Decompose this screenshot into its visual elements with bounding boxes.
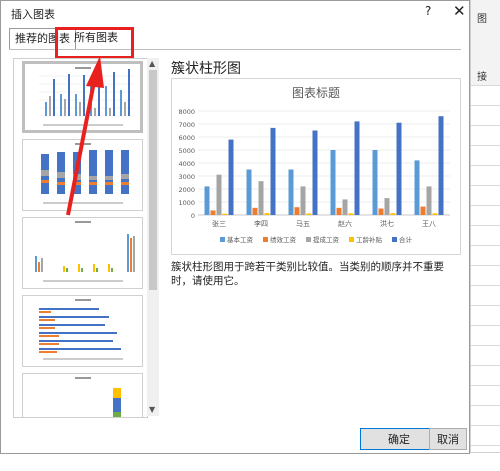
bar-3-2 [342, 199, 348, 215]
close-button[interactable]: ✕ [453, 2, 466, 20]
bar-5-1 [420, 206, 426, 215]
bar-0-2 [216, 174, 222, 215]
x-tick-label: 马五 [296, 220, 310, 228]
bar-2-4 [312, 130, 318, 215]
bar-2-1 [294, 207, 300, 215]
thumbnail-chart-5 [75, 377, 121, 417]
y-tick-label: 0 [191, 212, 195, 220]
bar-4-2 [384, 198, 390, 215]
scroll-thumb[interactable] [149, 70, 157, 290]
bar-4-1 [378, 208, 384, 215]
bar-4-4 [396, 122, 402, 215]
sheet-bottom [0, 452, 500, 471]
help-button[interactable]: ? [425, 4, 431, 18]
insert-chart-dialog: 插入图表 ? ✕ 推荐的图表 所有图表 ▲ ▼ 簇状柱形图 图表标题 0 100… [0, 0, 470, 454]
chart-thumbnail-list[interactable] [13, 58, 148, 418]
x-tick-label: 赵六 [338, 219, 352, 228]
bar-0-3 [222, 213, 228, 215]
thumbnail-clustered-column[interactable] [22, 61, 143, 133]
bar-0-0 [204, 186, 210, 215]
bar-4-3 [390, 213, 396, 215]
bar-0-4 [228, 139, 234, 215]
legend-swatch [306, 237, 311, 242]
legend-label: 基本工资 [227, 235, 254, 244]
thumbnail-bar[interactable] [22, 295, 143, 367]
chart-description: 簇状柱形图用于跨若干类别比较值。当类别的顺序并不重要时，请使用它。 [171, 261, 444, 287]
chart-type-name: 簇状柱形图 [171, 61, 241, 77]
scroll-down-icon[interactable]: ▼ [149, 405, 155, 414]
scroll-up-icon[interactable]: ▲ [149, 59, 155, 68]
bar-2-0 [288, 169, 294, 215]
bar-1-4 [270, 127, 276, 215]
bar-0-1 [210, 210, 216, 215]
legend-swatch [220, 237, 225, 242]
bar-1-0 [246, 169, 252, 215]
thumbnail-scrollbar[interactable]: ▲ ▼ [147, 58, 159, 416]
thumbnail-chart-1 [39, 67, 135, 126]
bar-5-3 [432, 213, 438, 215]
legend-swatch [392, 237, 397, 242]
title-bar: 插入图表 ? ✕ [1, 1, 469, 25]
cancel-button[interactable]: 取消 [429, 428, 467, 450]
x-tick-label: 王八 [422, 220, 436, 228]
bar-2-2 [300, 186, 306, 215]
legend-label: 绩效工资 [270, 235, 297, 244]
bar-5-4 [438, 116, 444, 215]
ribbon-text: 图 [477, 14, 487, 25]
bar-5-0 [414, 160, 420, 215]
bar-5-2 [426, 186, 432, 215]
thumbnail-stacked-column[interactable] [22, 139, 143, 211]
x-tick-label: 李四 [254, 219, 268, 228]
legend-swatch [349, 237, 354, 242]
clustered-column-chart: 图表标题 0 1000 2000 3000 4000 5000 6000 7000 8000 张… [178, 86, 450, 244]
y-tick-label: 6000 [178, 134, 195, 142]
ok-button[interactable]: 确定 [360, 428, 438, 450]
y-tick-label: 7000 [178, 121, 195, 129]
legend-swatch [263, 237, 268, 242]
sheet-grid [471, 85, 500, 470]
thumbnail-chart-4 [39, 299, 123, 360]
ribbon-text: 接 [477, 72, 487, 83]
red-highlight-box [55, 27, 134, 59]
y-tick-label: 3000 [178, 173, 195, 181]
bar-1-3 [264, 213, 270, 215]
bar-4-0 [372, 150, 378, 215]
legend-label: 合计 [399, 235, 413, 244]
bar-3-0 [330, 150, 336, 215]
y-tick-label: 8000 [178, 108, 195, 116]
bar-1-1 [252, 207, 258, 215]
y-tick-label: 5000 [178, 147, 195, 155]
bar-3-1 [336, 207, 342, 215]
bar-3-4 [354, 121, 360, 215]
chart-preview: 图表标题 0 1000 2000 3000 4000 5000 6000 7000 8000 张… [171, 78, 461, 255]
thumbnail-column-variant[interactable] [22, 217, 143, 289]
x-tick-label: 张三 [212, 219, 226, 228]
y-tick-label: 2000 [178, 186, 195, 194]
dialog-title: 插入图表 [11, 8, 55, 21]
thumbnail-stacked-bar[interactable] [22, 373, 143, 417]
worksheet-background: 图 接 [470, 0, 500, 470]
bar-1-2 [258, 181, 264, 215]
chart-title: 图表标题 [292, 86, 340, 100]
y-tick-label: 1000 [178, 199, 195, 207]
y-tick-label: 4000 [178, 160, 195, 168]
thumbnail-chart-2 [41, 143, 129, 204]
bar-2-3 [306, 213, 312, 215]
x-tick-label: 洪七 [380, 219, 394, 228]
bar-3-3 [348, 213, 354, 215]
legend-label: 工龄补贴 [356, 235, 383, 244]
thumbnail-chart-3 [35, 221, 135, 282]
legend-label: 提成工资 [313, 235, 340, 244]
